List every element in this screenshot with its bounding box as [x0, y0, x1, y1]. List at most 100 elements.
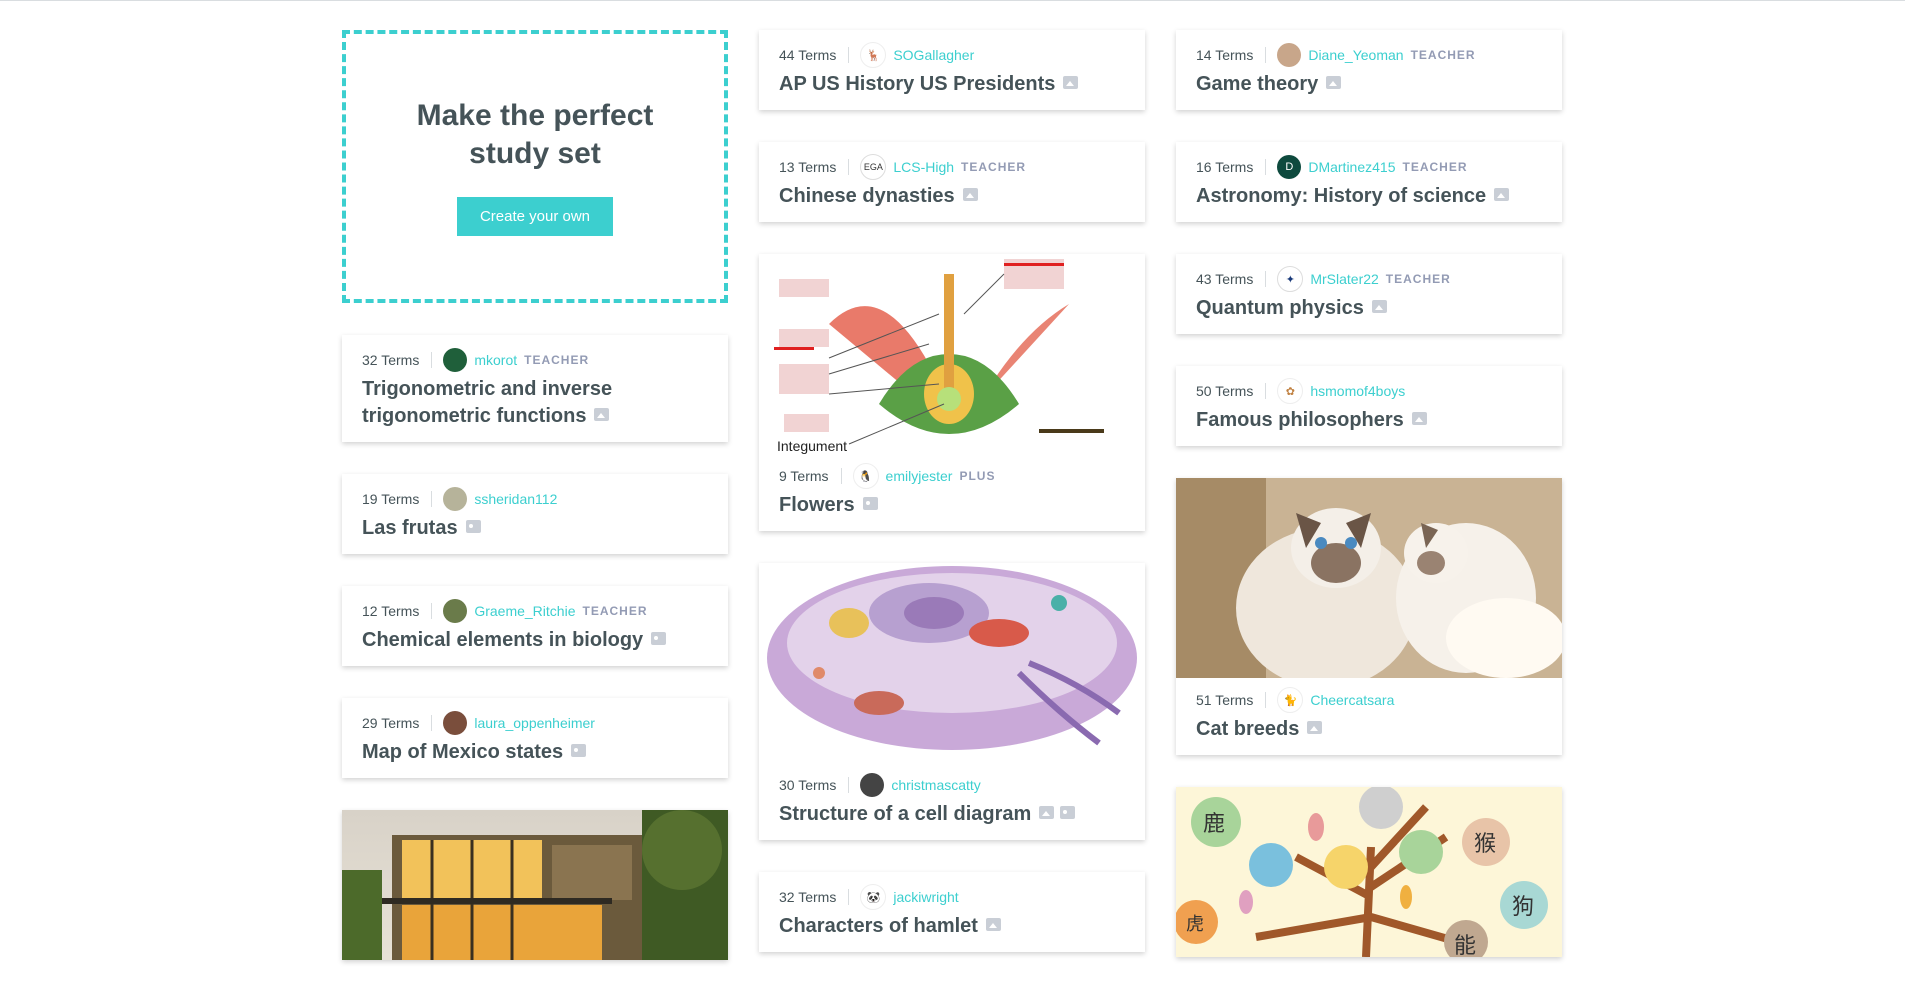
penguin-avatar: 🐧: [852, 463, 879, 489]
top-border: [0, 0, 1905, 1]
user-avatar: [443, 711, 468, 735]
username-link[interactable]: DMartinez415: [1308, 159, 1395, 175]
username-link[interactable]: mkorot: [474, 352, 517, 368]
username-link[interactable]: jackiwright: [893, 889, 958, 905]
set-card-hamlet[interactable]: 32 Terms 🐼 jackiwright Characters of ham…: [759, 872, 1145, 952]
picture-card-icon: [465, 520, 481, 534]
zodiac-char-deer: 鹿: [1203, 812, 1225, 837]
create-your-own-button[interactable]: Create your own: [456, 197, 614, 236]
set-title[interactable]: Game theory: [1196, 71, 1542, 98]
deer-avatar: 🦌: [860, 42, 887, 68]
column-1: Make the perfect study set Create your o…: [342, 30, 728, 992]
term-count: 12 Terms: [362, 603, 420, 619]
set-card-cat-breeds[interactable]: 51 Terms 🐈 Cheercatsara Cat breeds: [1176, 478, 1562, 755]
term-count: 30 Terms: [779, 777, 837, 793]
set-card-game-theory[interactable]: 14 Terms Diane_Yeoman TEACHER Game theor…: [1176, 30, 1562, 110]
set-title[interactable]: Structure of a cell diagram: [779, 801, 1125, 828]
set-card-trigonometric[interactable]: 32 Terms mkorot TEACHER Trigonometric an…: [342, 335, 728, 442]
term-count: 29 Terms: [362, 715, 420, 731]
user-avatar: [443, 348, 468, 372]
image-icon: [962, 188, 978, 202]
plus-badge: PLUS: [959, 469, 996, 483]
cat-avatar: 🐈: [1277, 687, 1304, 713]
username-link[interactable]: LCS-High: [893, 159, 954, 175]
set-card-chinese-dynasties[interactable]: 13 Terms EGA LCS-High TEACHER Chinese dy…: [759, 142, 1145, 222]
teacher-badge: TEACHER: [961, 160, 1027, 174]
image-icon: [1371, 300, 1387, 314]
term-count: 50 Terms: [1196, 383, 1254, 399]
create-heading: Make the perfect study set: [416, 99, 654, 170]
set-card-cell-structure[interactable]: 30 Terms christmascatty Structure of a c…: [759, 563, 1145, 840]
user-avatar: EGA: [860, 154, 887, 180]
term-count: 32 Terms: [362, 352, 420, 368]
term-count: 13 Terms: [779, 159, 837, 175]
set-card-house-image[interactable]: [342, 810, 728, 960]
cell-diagram: [759, 563, 1145, 763]
zodiac-char-tiger: 虎: [1186, 914, 1204, 935]
set-title[interactable]: Cat breeds: [1196, 716, 1542, 743]
set-title[interactable]: Trigonometric and inverse trigonometric …: [362, 376, 708, 430]
set-card-map-of-mexico[interactable]: 29 Terms laura_oppenheimer Map of Mexico…: [342, 698, 728, 778]
username-link[interactable]: Diane_Yeoman: [1308, 47, 1403, 63]
set-title[interactable]: Map of Mexico states: [362, 739, 708, 766]
picture-card-icon: [651, 632, 667, 646]
image-icon: [1326, 76, 1342, 90]
term-count: 44 Terms: [779, 47, 837, 63]
teacher-badge: TEACHER: [1410, 48, 1476, 62]
kittens-photo: [1176, 478, 1562, 678]
set-card-flowers[interactable]: Integument 9 Terms 🐧 emilyjester PLUS Fl…: [759, 254, 1145, 531]
image-icon: [1494, 188, 1510, 202]
set-title[interactable]: AP US History US Presidents: [779, 71, 1125, 98]
username-link[interactable]: laura_oppenheimer: [474, 715, 595, 731]
set-title[interactable]: Chemical elements in biology: [362, 627, 708, 654]
term-count: 9 Terms: [779, 468, 829, 484]
set-title[interactable]: Quantum physics: [1196, 295, 1542, 322]
set-title[interactable]: Las frutas: [362, 515, 708, 542]
term-count: 43 Terms: [1196, 271, 1254, 287]
column-3: 14 Terms Diane_Yeoman TEACHER Game theor…: [1176, 30, 1562, 989]
set-card-quantum-physics[interactable]: 43 Terms ✦ MrSlater22 TEACHER Quantum ph…: [1176, 254, 1562, 334]
term-count: 16 Terms: [1196, 159, 1254, 175]
username-link[interactable]: christmascatty: [891, 777, 980, 793]
set-title[interactable]: Chinese dynasties: [779, 183, 1125, 210]
picture-card-icon: [1060, 806, 1076, 820]
set-card-famous-philosophers[interactable]: 50 Terms ✿ hsmomof4boys Famous philosoph…: [1176, 366, 1562, 446]
set-card-astronomy[interactable]: 16 Terms D DMartinez415 TEACHER Astronom…: [1176, 142, 1562, 222]
teacher-badge: TEACHER: [1385, 272, 1451, 286]
username-link[interactable]: Graeme_Ritchie: [474, 603, 575, 619]
set-title[interactable]: Famous philosophers: [1196, 407, 1542, 434]
letter-avatar: D: [1277, 155, 1302, 179]
term-count: 19 Terms: [362, 491, 420, 507]
user-avatar: [443, 599, 468, 623]
set-title[interactable]: Astronomy: History of science: [1196, 183, 1542, 210]
set-card-chinese-zodiac[interactable]: 鹿 猴 虎 狗 能: [1176, 787, 1562, 957]
panda-avatar: 🐼: [860, 884, 887, 910]
set-title[interactable]: Characters of hamlet: [779, 913, 1125, 940]
username-link[interactable]: Cheercatsara: [1310, 692, 1394, 708]
username-link[interactable]: MrSlater22: [1310, 271, 1378, 287]
username-link[interactable]: ssheridan112: [474, 491, 557, 507]
teacher-badge: TEACHER: [582, 604, 648, 618]
term-count: 32 Terms: [779, 889, 837, 905]
user-avatar: ✿: [1277, 378, 1304, 404]
teacher-badge: TEACHER: [1402, 160, 1468, 174]
image-icon: [594, 408, 610, 422]
username-link[interactable]: hsmomof4boys: [1310, 383, 1405, 399]
set-card-ap-us-history[interactable]: 44 Terms 🦌 SOGallagher AP US History US …: [759, 30, 1145, 110]
set-title[interactable]: Flowers: [779, 492, 1125, 519]
set-card-las-frutas[interactable]: 19 Terms ssheridan112 Las frutas: [342, 474, 728, 554]
create-set-card: Make the perfect study set Create your o…: [342, 30, 728, 303]
user-avatar: [1277, 43, 1302, 67]
picture-card-icon: [862, 497, 878, 511]
user-avatar: [860, 773, 885, 797]
image-icon: [985, 918, 1001, 932]
set-card-chemical-elements[interactable]: 12 Terms Graeme_Ritchie TEACHER Chemical…: [342, 586, 728, 666]
flower-diagram: Integument: [759, 254, 1145, 454]
image-icon: [1063, 76, 1079, 90]
image-icon: [1039, 806, 1055, 820]
diagram-label-integument: Integument: [777, 438, 847, 454]
zodiac-char-dog: 狗: [1512, 895, 1534, 920]
username-link[interactable]: SOGallagher: [893, 47, 974, 63]
zodiac-illustration: 鹿 猴 虎 狗 能: [1176, 787, 1562, 957]
username-link[interactable]: emilyjester: [886, 468, 953, 484]
